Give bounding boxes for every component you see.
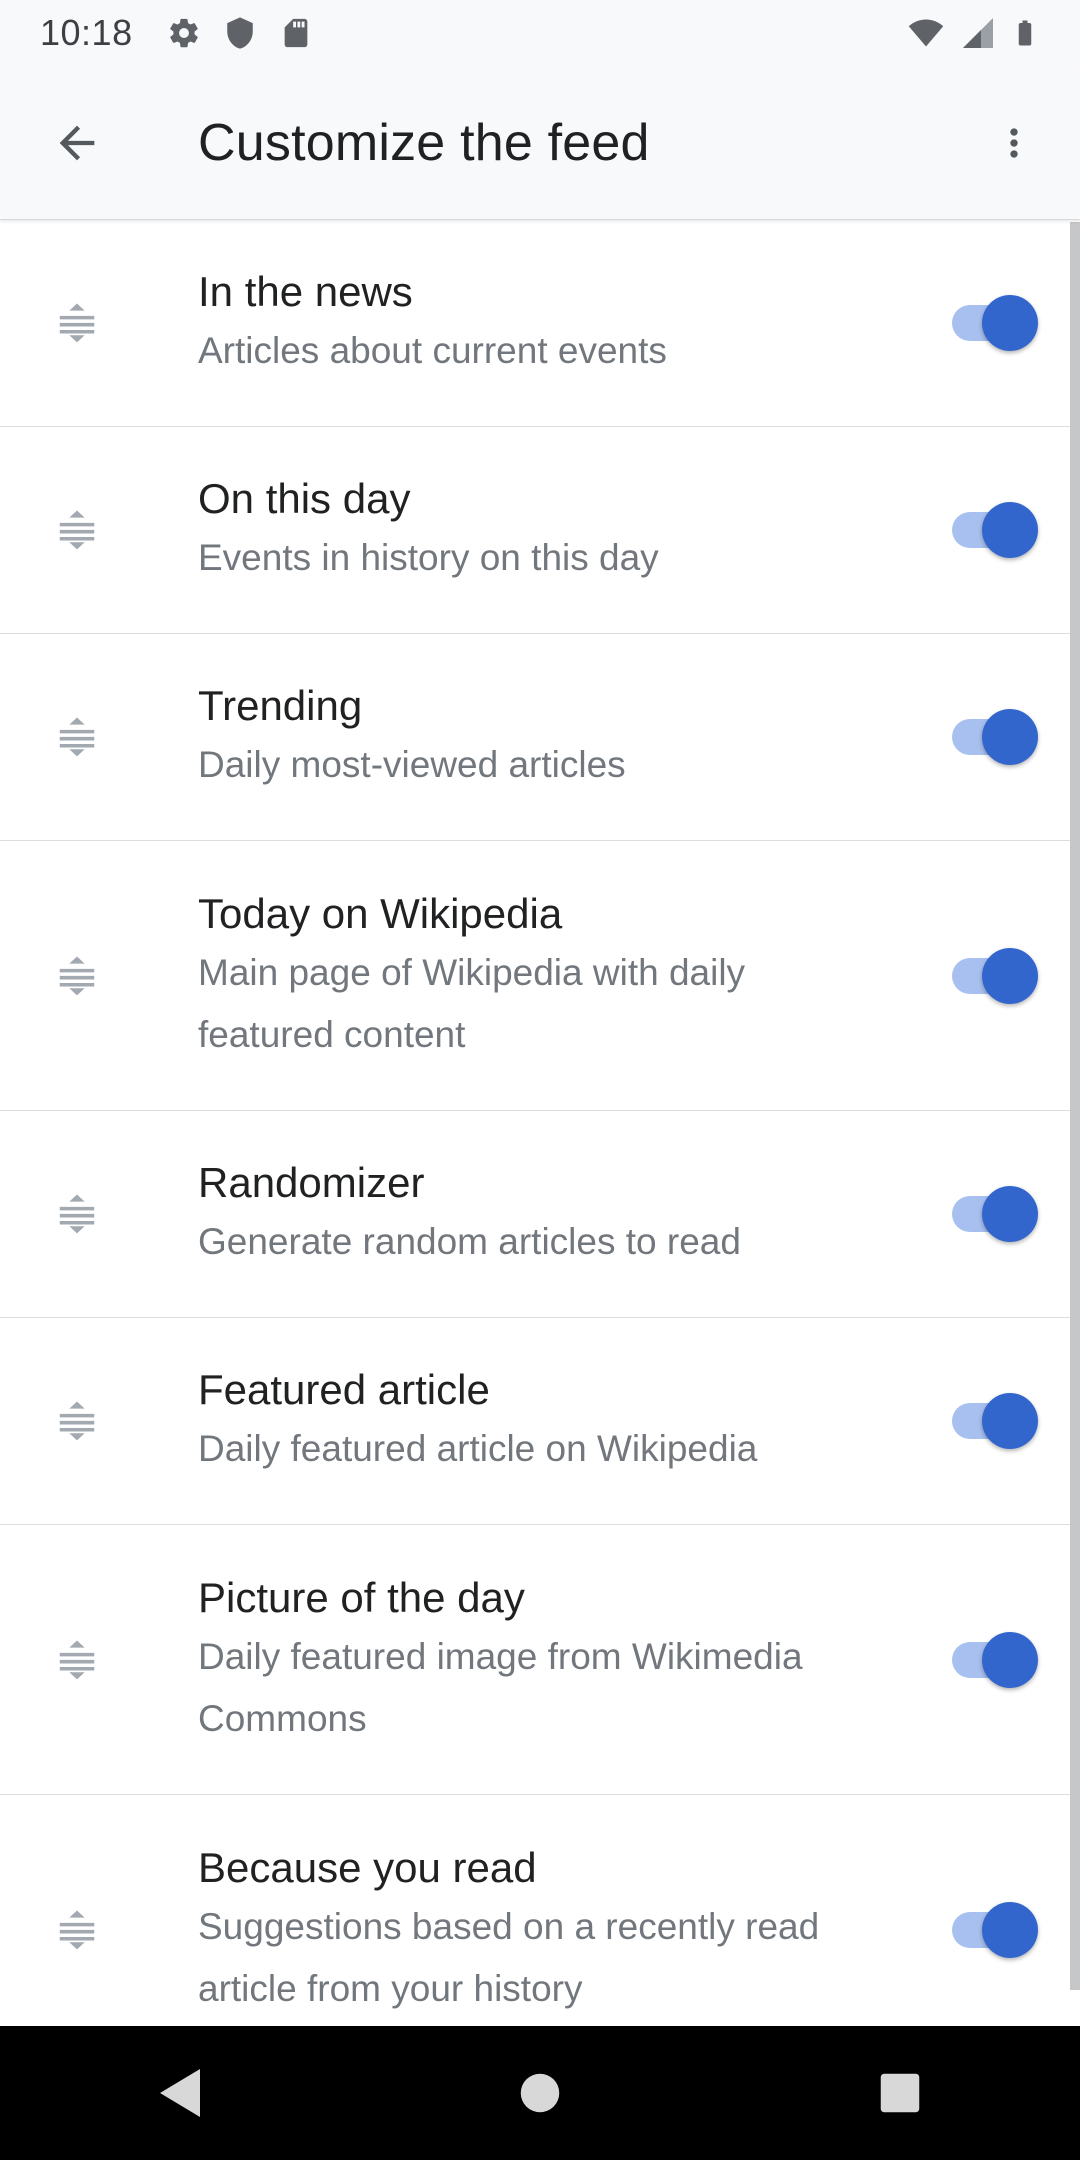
feed-item-toggle[interactable]	[948, 946, 1038, 1006]
feed-item-title: Picture of the day	[198, 1573, 525, 1621]
sd-card-icon	[284, 18, 307, 48]
feed-item-text: In the news Articles about current event…	[198, 264, 878, 382]
feed-item-trending[interactable]: Trending Daily most-viewed articles	[0, 634, 1080, 841]
status-icons-left	[167, 16, 313, 50]
drag-handle-icon[interactable]	[48, 708, 106, 766]
system-nav-bar	[0, 2026, 1080, 2160]
status-icons-right	[906, 14, 1040, 52]
switch-thumb	[982, 1631, 1038, 1688]
feed-item-today-on-wikipedia[interactable]: Today on Wikipedia Main page of Wikipedi…	[0, 841, 1080, 1111]
feed-item-text: On this day Events in history on this da…	[198, 471, 878, 589]
drag-handle-icon[interactable]	[48, 947, 106, 1005]
feed-item-title: Featured article	[198, 1366, 490, 1413]
feed-item-text: Picture of the day Daily featured image …	[198, 1570, 878, 1750]
more-vert-icon	[1010, 127, 1018, 158]
screen: 10:18 Customize the feed In the news Art…	[0, 0, 1080, 2160]
back-button[interactable]	[22, 88, 132, 198]
feed-item-title: Today on Wikipedia	[198, 889, 563, 937]
switch-thumb	[982, 1393, 1038, 1449]
feed-item-subtitle: Daily featured image from Wikimedia Comm…	[198, 1635, 803, 1739]
more-options-button[interactable]	[974, 88, 1054, 198]
nav-home-button[interactable]	[480, 2033, 600, 2153]
feed-item-because-you-read[interactable]: Because you read Suggestions based on a …	[0, 1795, 1080, 2026]
feed-item-toggle[interactable]	[948, 707, 1038, 767]
nav-back-button[interactable]	[120, 2033, 240, 2153]
feed-item-title: On this day	[198, 475, 411, 522]
status-time: 10:18	[40, 12, 133, 53]
feed-item-toggle[interactable]	[948, 1391, 1038, 1451]
switch-thumb	[982, 295, 1038, 351]
arrow-back-icon	[59, 125, 95, 160]
recents-square-icon	[880, 2073, 920, 2113]
feed-item-title: In the news	[198, 268, 413, 315]
feed-item-text: Today on Wikipedia Main page of Wikipedi…	[198, 886, 878, 1066]
feed-item-subtitle: Main page of Wikipedia with daily featur…	[198, 951, 746, 1055]
feed-item-toggle[interactable]	[948, 293, 1038, 353]
switch-thumb	[982, 1902, 1038, 1958]
feed-item-featured-article[interactable]: Featured article Daily featured article …	[0, 1318, 1080, 1525]
feed-item-title: Because you read	[198, 1844, 537, 1891]
battery-icon	[1018, 20, 1032, 46]
feed-item-subtitle: Daily most-viewed articles	[198, 744, 626, 785]
feed-item-title: Randomizer	[198, 1159, 425, 1206]
feed-item-toggle[interactable]	[948, 1184, 1038, 1244]
feed-card-list: In the news Articles about current event…	[0, 220, 1080, 2026]
home-circle-icon	[520, 2073, 560, 2113]
feed-item-toggle[interactable]	[948, 1900, 1038, 1960]
drag-handle-icon[interactable]	[48, 1631, 106, 1689]
nav-recents-button[interactable]	[840, 2033, 960, 2153]
drag-handle-icon[interactable]	[48, 1392, 106, 1450]
drag-handle-icon[interactable]	[48, 1185, 106, 1243]
scrollbar[interactable]	[1070, 222, 1080, 1990]
page-title: Customize the feed	[198, 113, 650, 172]
signal-icon	[963, 18, 993, 48]
wifi-icon	[908, 19, 944, 47]
feed-item-in-the-news[interactable]: In the news Articles about current event…	[0, 220, 1080, 427]
status-bar: 10:18	[0, 0, 1080, 66]
feed-item-subtitle: Events in history on this day	[198, 537, 659, 578]
switch-thumb	[982, 1186, 1038, 1242]
feed-item-toggle[interactable]	[948, 500, 1038, 560]
feed-item-picture-of-the-day[interactable]: Picture of the day Daily featured image …	[0, 1525, 1080, 1795]
feed-item-randomizer[interactable]: Randomizer Generate random articles to r…	[0, 1111, 1080, 1318]
feed-item-title: Trending	[198, 682, 363, 729]
feed-item-text: Randomizer Generate random articles to r…	[198, 1155, 878, 1273]
back-triangle-icon	[160, 2069, 200, 2117]
feed-item-subtitle: Daily featured article on Wikipedia	[198, 1428, 758, 1469]
switch-thumb	[982, 502, 1038, 558]
feed-item-on-this-day[interactable]: On this day Events in history on this da…	[0, 427, 1080, 634]
feed-item-subtitle: Generate random articles to read	[198, 1221, 741, 1262]
shield-icon	[226, 17, 253, 49]
feed-item-text: Featured article Daily featured article …	[198, 1362, 878, 1480]
drag-handle-icon[interactable]	[48, 1901, 106, 1959]
switch-thumb	[982, 709, 1038, 765]
drag-handle-icon[interactable]	[48, 501, 106, 559]
switch-thumb	[982, 947, 1038, 1004]
feed-item-text: Because you read Suggestions based on a …	[198, 1840, 878, 2020]
feed-item-text: Trending Daily most-viewed articles	[198, 678, 878, 796]
gear-icon	[169, 18, 198, 48]
feed-item-subtitle: Articles about current events	[198, 330, 667, 371]
drag-handle-icon[interactable]	[48, 294, 106, 352]
feed-item-toggle[interactable]	[948, 1630, 1038, 1690]
app-bar: Customize the feed	[0, 66, 1080, 220]
feed-item-subtitle: Suggestions based on a recently read art…	[198, 1906, 820, 2009]
